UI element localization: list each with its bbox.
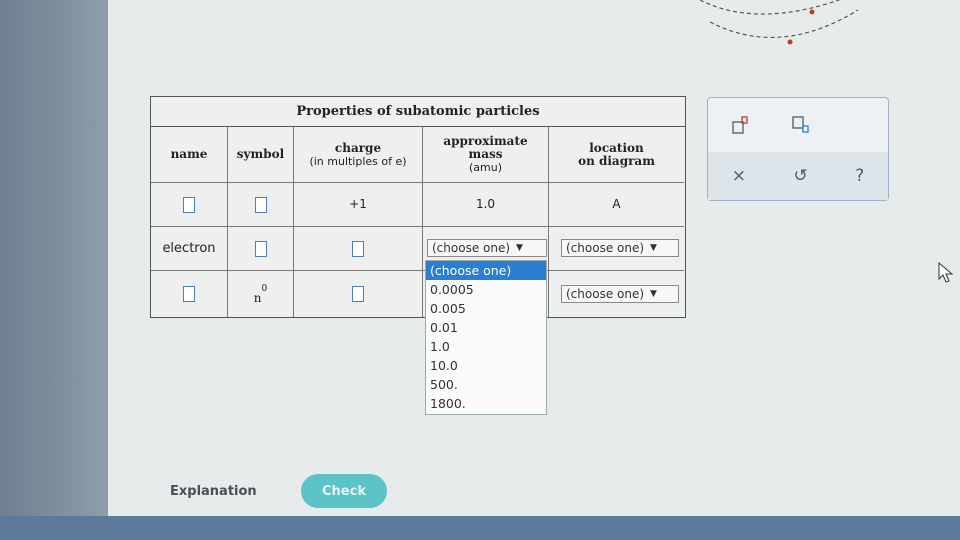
row3-name[interactable]	[151, 271, 228, 317]
header-location-label2: on diagram	[578, 153, 655, 168]
check-button[interactable]: Check	[301, 474, 387, 508]
dropdown-option[interactable]: 10.0	[426, 356, 546, 375]
header-name: name	[151, 127, 228, 183]
clear-icon[interactable]: ×	[732, 166, 746, 186]
row1-name[interactable]	[151, 183, 228, 227]
tool-row-format	[708, 98, 888, 152]
dropdown-option[interactable]: (choose one)	[426, 261, 546, 280]
header-charge-label: charge	[334, 140, 382, 155]
header-symbol: symbol	[228, 127, 294, 183]
dropdown-option[interactable]: 500.	[426, 375, 546, 394]
table-title: Properties of subatomic particles	[151, 97, 685, 127]
dropdown-option[interactable]: 0.01	[426, 318, 546, 337]
row2-symbol[interactable]	[228, 227, 294, 271]
tool-row-actions: × ↺ ?	[708, 152, 888, 200]
row3-symbol: n0	[228, 271, 294, 317]
header-location: location on diagram	[549, 127, 684, 183]
dropdown-option[interactable]: 1800.	[426, 394, 546, 413]
row2-charge-input[interactable]	[352, 240, 364, 257]
help-icon[interactable]: ?	[855, 166, 864, 186]
header-location-label: location	[589, 140, 644, 155]
orbit-diagram	[700, 0, 859, 45]
header-mass-label2: mass	[468, 147, 503, 161]
subscript-icon[interactable]	[792, 116, 820, 134]
row3-charge-input[interactable]	[352, 286, 364, 302]
row3-location-select[interactable]: (choose one) ▼	[561, 285, 679, 303]
background-edge	[0, 0, 108, 516]
row3-symbol-sup: 0	[261, 283, 268, 294]
mass-dropdown-list[interactable]: (choose one) 0.0005 0.005 0.01 1.0 10.0 …	[425, 260, 547, 415]
row2-charge[interactable]	[294, 227, 423, 271]
row2-mass-select[interactable]: (choose one) ▼	[427, 239, 547, 257]
row2-symbol-input[interactable]	[254, 240, 267, 257]
row1-location: A	[549, 183, 684, 227]
header-mass-sub: (amu)	[468, 161, 502, 174]
row2-location-select-value: (choose one)	[566, 241, 645, 255]
dropdown-option[interactable]: 0.005	[426, 299, 546, 318]
superscript-icon[interactable]	[732, 116, 748, 134]
header-charge-sub: (in multiples of e)	[309, 154, 407, 168]
row2-name: electron	[151, 227, 228, 271]
row1-mass: 1.0	[423, 183, 549, 227]
row1-name-input[interactable]	[183, 196, 195, 213]
dropdown-option[interactable]: 1.0	[426, 337, 546, 356]
chevron-down-icon: ▼	[650, 289, 657, 299]
row1-symbol-input[interactable]	[254, 196, 267, 213]
mouse-cursor-icon	[938, 262, 954, 283]
chevron-down-icon: ▼	[650, 243, 657, 253]
taskbar	[0, 516, 960, 540]
undo-icon[interactable]: ↺	[793, 166, 807, 186]
chevron-down-icon: ▼	[516, 243, 523, 253]
row2-location-select[interactable]: (choose one) ▼	[561, 239, 679, 257]
dropdown-option[interactable]: 0.0005	[426, 280, 546, 299]
row1-charge: +1	[294, 183, 423, 227]
row2-mass-select-value: (choose one)	[432, 241, 511, 255]
row3-symbol-base: n	[253, 290, 262, 305]
explanation-button[interactable]: Explanation	[170, 484, 257, 499]
row3-location-select-value: (choose one)	[566, 287, 645, 301]
tool-panel: × ↺ ?	[707, 97, 889, 201]
row3-name-input[interactable]	[183, 286, 195, 302]
row1-symbol[interactable]	[228, 183, 294, 227]
header-mass: approximate mass (amu)	[423, 127, 549, 183]
row3-charge[interactable]	[294, 271, 423, 317]
header-charge: charge (in multiples of e)	[294, 127, 423, 183]
